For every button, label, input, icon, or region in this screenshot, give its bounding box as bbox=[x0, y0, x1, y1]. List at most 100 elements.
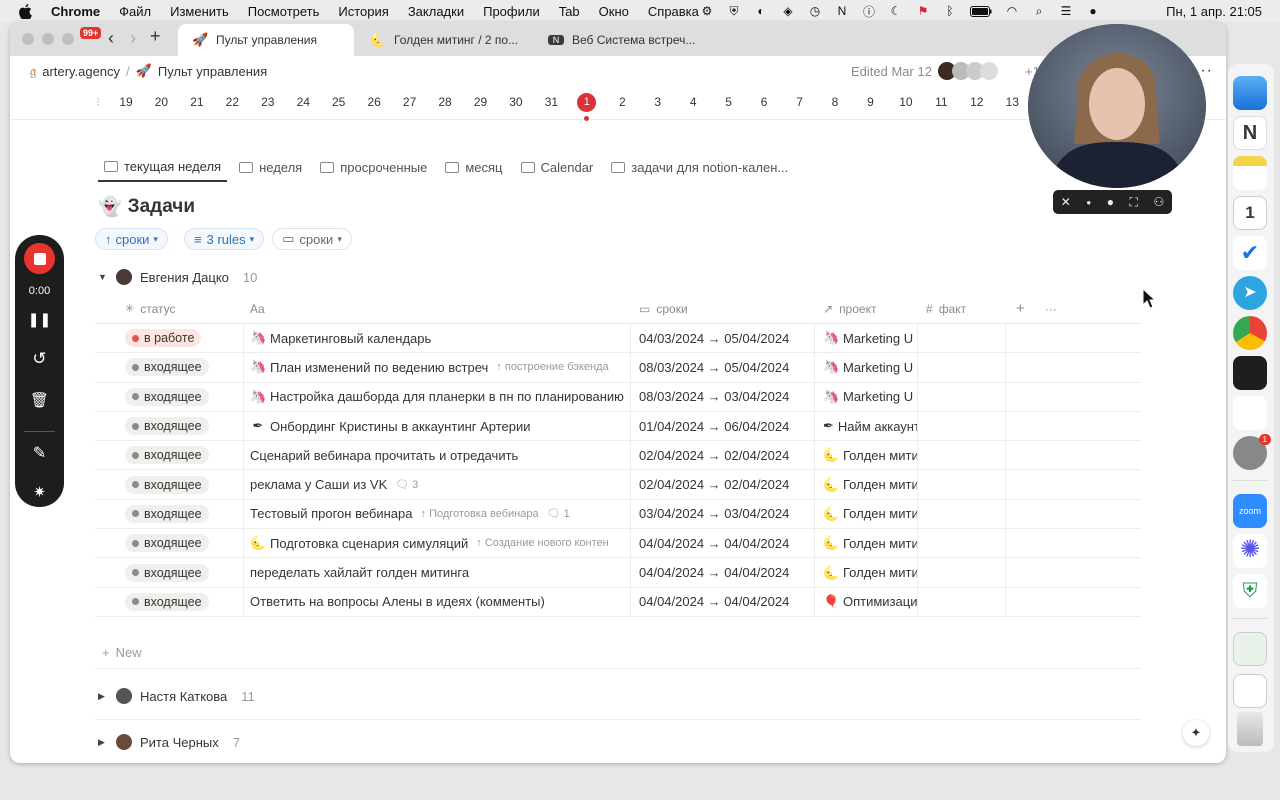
timeline-date[interactable]: 27 bbox=[398, 95, 422, 109]
title-cell[interactable]: реклама у Саши из VK 🗨 3 bbox=[244, 470, 631, 499]
timeline-date[interactable]: 22 bbox=[220, 95, 244, 109]
control-center-icon[interactable]: ☰ bbox=[1059, 4, 1073, 18]
parent-task-link[interactable]: ↑ Подготовка вебинара bbox=[421, 508, 539, 520]
timeline-date[interactable]: 25 bbox=[327, 95, 351, 109]
moon-status-icon[interactable]: ☾ bbox=[889, 4, 903, 18]
parent-task-link[interactable]: ↑ построение бэкенда bbox=[496, 361, 608, 373]
timeline-date[interactable]: 31 bbox=[539, 95, 563, 109]
expand-triangle-icon[interactable]: ▶ bbox=[98, 691, 108, 702]
close-icon[interactable]: ✕ bbox=[1061, 195, 1071, 209]
timeline-date[interactable]: 20 bbox=[149, 95, 173, 109]
stop-recording-button[interactable] bbox=[24, 243, 55, 274]
timeline-date[interactable]: 8 bbox=[823, 95, 847, 109]
project-cell[interactable]: 🦄 Marketing U bbox=[815, 382, 918, 411]
notes-icon[interactable] bbox=[1233, 156, 1267, 190]
user-icon[interactable]: ⚇ bbox=[1153, 195, 1164, 209]
menu-history[interactable]: История bbox=[338, 4, 388, 19]
apple-icon[interactable] bbox=[18, 3, 32, 19]
menu-help[interactable]: Справка bbox=[648, 4, 699, 19]
timeline-date[interactable]: 10 bbox=[894, 95, 918, 109]
fact-cell[interactable] bbox=[918, 587, 1006, 616]
fullscreen-icon[interactable]: ⛶ bbox=[1130, 195, 1138, 210]
pencil-icon[interactable]: ✎ bbox=[15, 443, 64, 463]
task-title[interactable]: Сценарий вебинара прочитать и отредачить bbox=[250, 448, 518, 463]
battery-icon[interactable] bbox=[970, 4, 992, 18]
project-link[interactable]: Голден мити bbox=[843, 506, 917, 521]
parent-task-link[interactable]: ↑ Создание нового контен bbox=[476, 537, 608, 549]
project-link[interactable]: Marketing U bbox=[843, 389, 913, 404]
figma-status-icon[interactable]: ◈ bbox=[781, 4, 795, 18]
timeline-date[interactable]: 5 bbox=[717, 95, 741, 109]
task-title[interactable]: Маркетинговый календарь bbox=[270, 331, 431, 346]
timeline-date[interactable]: 2 bbox=[610, 95, 634, 109]
timeline-date[interactable]: 19 bbox=[114, 95, 138, 109]
title-cell[interactable]: 🌜 Подготовка сценария симуляций ↑ Создание… bbox=[244, 529, 631, 558]
project-link[interactable]: Найм аккаунт bbox=[838, 419, 917, 434]
project-cell[interactable]: 🌜 Голден мити bbox=[815, 558, 918, 587]
project-cell[interactable]: 🦄 Marketing U bbox=[815, 353, 918, 382]
fact-cell[interactable] bbox=[918, 353, 1006, 382]
status-badge[interactable]: входящее bbox=[125, 475, 209, 494]
collaborator-avatars[interactable] bbox=[938, 62, 998, 80]
add-column-icon[interactable]: + bbox=[1016, 300, 1025, 317]
dates-cell[interactable]: 02/04/2024 → 02/04/2024 bbox=[631, 441, 815, 470]
expand-triangle-icon[interactable]: ▶ bbox=[98, 737, 108, 748]
column-dates[interactable]: ▭ сроки bbox=[631, 294, 815, 323]
zoom-icon[interactable]: zoom bbox=[1233, 494, 1267, 528]
fact-cell[interactable] bbox=[918, 499, 1006, 529]
close-window-button[interactable] bbox=[22, 33, 34, 45]
timeline-date[interactable]: 29 bbox=[469, 95, 493, 109]
status-cell[interactable]: входящее bbox=[95, 529, 244, 558]
project-cell[interactable]: 🌜 Голден мити bbox=[815, 441, 918, 470]
timeline-date[interactable]: 24 bbox=[291, 95, 315, 109]
table-row[interactable]: входящее Сценарий вебинара прочитать и от… bbox=[95, 441, 1141, 471]
tab-golden-meeting[interactable]: 🌜 Голден митинг / 2 по... bbox=[356, 24, 532, 56]
title-cell[interactable]: переделать хайлайт голден митинга bbox=[244, 558, 631, 587]
menu-tab[interactable]: Tab bbox=[559, 4, 580, 19]
menu-profiles[interactable]: Профили bbox=[483, 4, 540, 19]
date-filter-chip[interactable]: ▭ сроки ▾ bbox=[272, 228, 352, 250]
calendar-app-icon[interactable]: 1 bbox=[1233, 196, 1267, 230]
comment-count[interactable]: 🗨 3 bbox=[395, 478, 418, 491]
timeline-date[interactable]: 26 bbox=[362, 95, 386, 109]
task-title[interactable]: Настройка дашборда для планерки в пн по … bbox=[270, 389, 624, 404]
database-title-text[interactable]: Задачи bbox=[128, 196, 195, 218]
notion-app-icon[interactable]: N bbox=[1233, 116, 1267, 150]
figma-icon[interactable] bbox=[1233, 356, 1267, 390]
status-badge[interactable]: входящее bbox=[125, 358, 209, 377]
task-title[interactable]: Ответить на вопросы Алены в идеях (комме… bbox=[250, 594, 545, 609]
status-badge[interactable]: входящее bbox=[125, 592, 209, 611]
tasks-app-icon[interactable]: ✔ bbox=[1233, 236, 1267, 270]
rules-chip[interactable]: ≡ 3 rules ▾ bbox=[183, 228, 265, 250]
effects-icon[interactable]: ✷ bbox=[15, 483, 64, 501]
notion-status-icon[interactable]: N bbox=[835, 4, 849, 18]
dates-cell[interactable]: 08/03/2024 → 03/04/2024 bbox=[631, 382, 815, 411]
project-link[interactable]: Marketing U bbox=[843, 331, 913, 346]
search-icon[interactable]: ⌕ bbox=[1032, 4, 1046, 18]
chrome-icon[interactable] bbox=[1233, 316, 1267, 350]
timeline-date[interactable]: 23 bbox=[256, 95, 280, 109]
halfmoon-status-icon[interactable]: ◐ bbox=[754, 4, 768, 18]
status-badge[interactable]: входящее bbox=[125, 534, 209, 553]
dates-cell[interactable]: 04/04/2024 → 04/04/2024 bbox=[631, 587, 815, 616]
status-cell[interactable]: входящее bbox=[95, 353, 244, 382]
breadcrumb-workspace[interactable]: artery.agency bbox=[42, 64, 120, 79]
dates-cell[interactable]: 04/04/2024 → 04/04/2024 bbox=[631, 558, 815, 587]
menu-window[interactable]: Окно bbox=[599, 4, 629, 19]
fact-cell[interactable] bbox=[918, 411, 1006, 441]
fact-cell[interactable] bbox=[918, 529, 1006, 558]
new-tab-icon[interactable]: + bbox=[150, 26, 161, 47]
status-cell[interactable]: входящее bbox=[95, 587, 244, 616]
title-cell[interactable]: Ответить на вопросы Алены в идеях (комме… bbox=[244, 587, 631, 616]
dates-cell[interactable]: 04/04/2024 → 04/04/2024 bbox=[631, 529, 815, 558]
siri-icon[interactable]: ● bbox=[1086, 4, 1100, 18]
title-cell[interactable]: Сценарий вебинара прочитать и отредачить bbox=[244, 441, 631, 470]
more-icon[interactable]: ··· bbox=[1045, 302, 1057, 316]
timeline-today-date[interactable]: 1 bbox=[577, 93, 597, 112]
project-cell[interactable]: 🦄 Marketing U bbox=[815, 324, 918, 353]
column-project[interactable]: ↗ проект bbox=[815, 294, 918, 323]
finder-icon[interactable] bbox=[1233, 76, 1267, 110]
menu-view[interactable]: Посмотреть bbox=[248, 4, 320, 19]
group-header[interactable]: ▶ Рита Черных 7 bbox=[98, 734, 240, 750]
back-icon[interactable]: ‹ bbox=[108, 28, 114, 49]
